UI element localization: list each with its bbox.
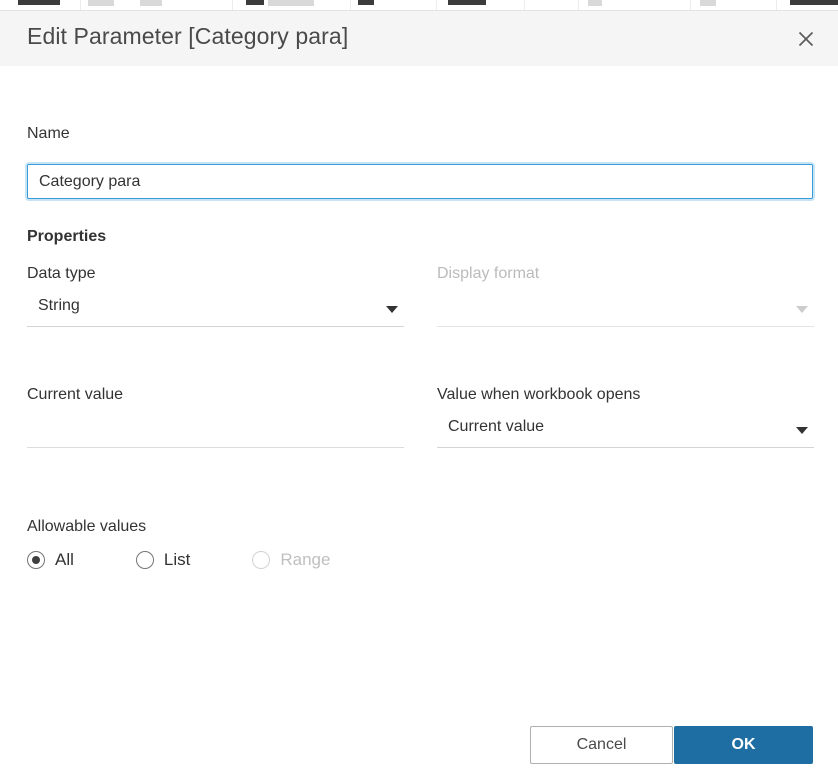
radio-label-all: All (55, 550, 74, 570)
chevron-down-icon (386, 306, 398, 313)
data-type-label: Data type (27, 265, 404, 283)
background-toolbar-sliver (0, 0, 838, 11)
current-value-field: Current value (27, 386, 404, 448)
radio-option-all[interactable]: All (27, 550, 74, 570)
dialog-body: Name Properties Data type String Display… (0, 67, 838, 715)
properties-heading: Properties (27, 228, 106, 246)
radio-icon-all (27, 551, 45, 569)
edit-parameter-dialog: Edit Parameter [Category para] Name Prop… (0, 0, 838, 782)
data-type-field: Data type String (27, 265, 404, 327)
close-button[interactable] (788, 21, 824, 57)
chevron-down-icon (796, 427, 808, 434)
dialog-title: Edit Parameter [Category para] (27, 23, 348, 50)
data-type-value: String (38, 297, 80, 315)
display-format-dropdown (437, 293, 814, 327)
close-icon (796, 29, 816, 49)
allowable-values-radio-group: All List Range (27, 550, 330, 570)
allowable-values-label: Allowable values (27, 518, 146, 536)
radio-option-range: Range (252, 550, 330, 570)
chevron-down-icon (796, 306, 808, 313)
dialog-titlebar: Edit Parameter [Category para] (0, 11, 838, 67)
radio-icon-range (252, 551, 270, 569)
radio-icon-list (136, 551, 154, 569)
value-when-workbook-opens-value: Current value (448, 418, 544, 436)
radio-label-range: Range (280, 550, 330, 570)
value-when-workbook-opens-label: Value when workbook opens (437, 386, 814, 404)
name-label: Name (27, 125, 70, 143)
value-when-workbook-opens-dropdown[interactable]: Current value (437, 414, 814, 448)
ok-button[interactable]: OK (674, 726, 813, 764)
data-type-dropdown[interactable]: String (27, 293, 404, 327)
dialog-footer: Cancel OK (0, 715, 838, 782)
current-value-label: Current value (27, 386, 404, 404)
radio-label-list: List (164, 550, 190, 570)
cancel-button[interactable]: Cancel (530, 726, 673, 764)
display-format-label: Display format (437, 265, 814, 283)
radio-option-list[interactable]: List (136, 550, 190, 570)
value-when-workbook-opens-field: Value when workbook opens Current value (437, 386, 814, 448)
current-value-input[interactable] (27, 414, 404, 448)
display-format-field: Display format (437, 265, 814, 327)
parameter-name-input[interactable] (27, 164, 813, 199)
